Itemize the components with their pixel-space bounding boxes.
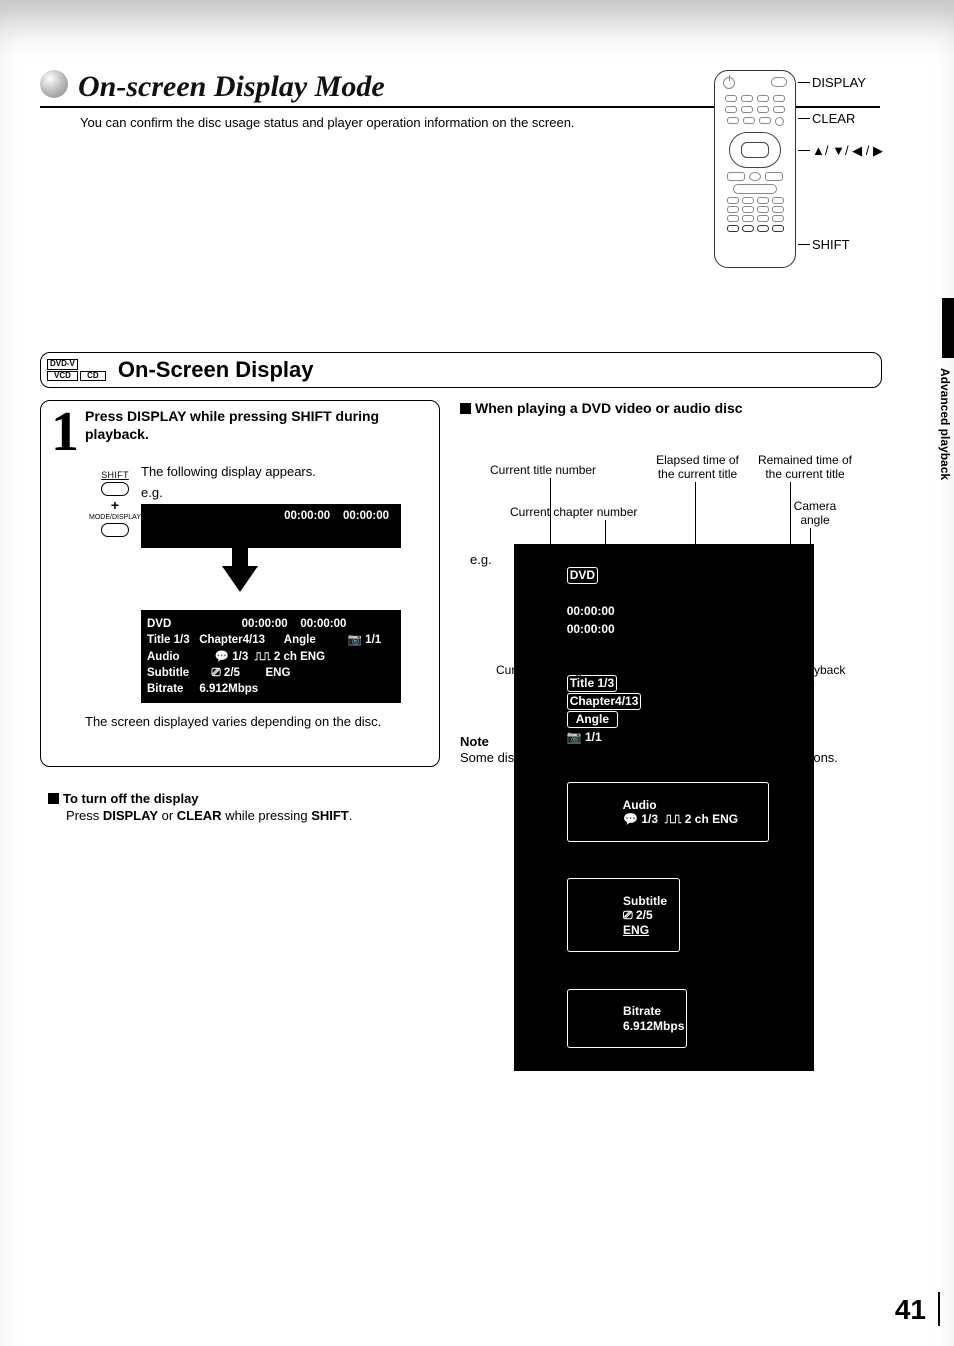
mode-display-button-icon (101, 523, 129, 537)
remote-callouts: DISPLAY CLEAR ▲/ ▼/ ◀ / ▶ SHIFT (804, 70, 904, 268)
dvd-osd-box: DVD 00:00:00 00:00:00 Title 1/3 Chapter4… (514, 544, 814, 1071)
following-text: The following display appears. (141, 464, 429, 479)
side-tab-text: Advanced playback (938, 368, 952, 480)
label-cur-audio: Current playback audio (748, 664, 852, 692)
arrow-down-icon (222, 566, 258, 592)
page-number: 41 (895, 1294, 926, 1326)
label-cur-title: Current title number (490, 464, 596, 478)
title-bullet-icon (40, 70, 68, 98)
shift-button-icon (101, 482, 129, 496)
step-panel: 1 Press DISPLAY while pressing SHIFT dur… (40, 400, 440, 767)
section-heading-text: On-Screen Display (118, 357, 314, 383)
badge-vcd: VCD (47, 371, 78, 382)
label-cur-bitrate: Current Bitrate value (650, 664, 740, 692)
label-display: DISPLAY (812, 75, 866, 90)
side-tab: Advanced playback (926, 328, 954, 498)
plus-icon: + (89, 498, 141, 512)
label-remained: Remained time of the current title (755, 454, 855, 482)
remote-button-combo: SHIFT + MODE/DISPLAY (89, 471, 141, 539)
page-title: On-screen Display Mode (78, 70, 385, 104)
label-clear: CLEAR (812, 111, 855, 126)
disc-badges: DVD-V VCD CD (47, 359, 106, 382)
square-bullet-icon (460, 403, 471, 414)
label-camera: Camera angle (785, 500, 845, 528)
eg-label-left: e.g. (141, 485, 429, 500)
intro-text: You can confirm the disc usage status an… (80, 114, 600, 132)
label-nav: ▲/ ▼/ ◀ / ▶ (812, 143, 883, 159)
section-heading: DVD-V VCD CD On-Screen Display (40, 352, 882, 388)
osd-display-full: DVD 00:00:00 00:00:00 Title 1/3 Chapter4… (141, 610, 401, 702)
square-bullet-icon (48, 793, 59, 804)
badge-dvdv: DVD-V (47, 359, 78, 370)
badge-cd: CD (80, 371, 106, 382)
step-number: 1 (51, 413, 79, 452)
label-cur-chapter: Current chapter number (510, 506, 637, 520)
remote-outline (714, 70, 796, 268)
osd-display-small: 00:00:00 00:00:00 (141, 504, 401, 548)
step-instruction: Press DISPLAY while pressing SHIFT durin… (85, 407, 429, 443)
callout-diagram: Current title number Elapsed time of the… (460, 424, 890, 704)
label-shift: SHIFT (812, 237, 850, 252)
varies-text: The screen displayed varies depending on… (85, 713, 429, 731)
label-elapsed: Elapsed time of the current title (650, 454, 745, 482)
dvd-subheading: When playing a DVD video or audio disc (460, 400, 890, 416)
remote-diagram: DISPLAY CLEAR ▲/ ▼/ ◀ / ▶ SHIFT (714, 70, 914, 268)
right-column: When playing a DVD video or audio disc C… (460, 400, 890, 767)
label-cur-lang: Current language (496, 664, 589, 678)
eg-label-right: e.g. (470, 552, 492, 567)
side-tab-bar (942, 298, 954, 358)
